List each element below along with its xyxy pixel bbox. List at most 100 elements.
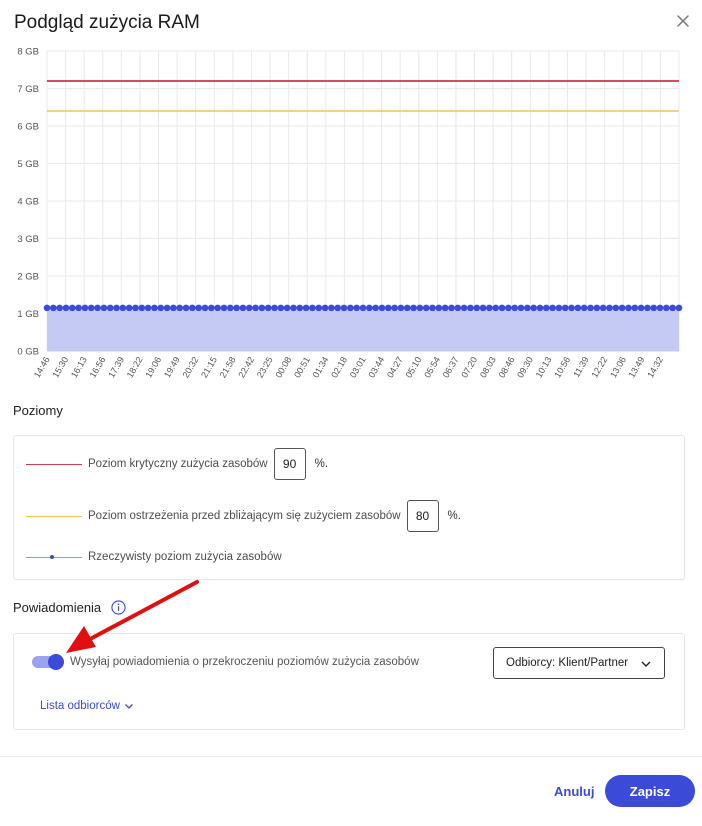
chevron-down-icon — [641, 661, 651, 667]
usage-point — [94, 304, 101, 312]
usage-point — [201, 304, 209, 312]
usage-point — [163, 304, 171, 312]
usage-point — [113, 304, 120, 312]
usage-area — [47, 307, 679, 351]
usage-point — [378, 304, 386, 312]
usage-point — [524, 304, 531, 312]
x-tick-label: 08:46 — [497, 355, 517, 380]
x-tick-label: 05:10 — [404, 355, 424, 380]
actual-legend-line — [26, 555, 82, 559]
x-tick-label: 13:49 — [627, 355, 647, 380]
x-tick-label: 06:37 — [441, 355, 461, 380]
usage-point — [226, 304, 234, 312]
warning-level-label: Poziom ostrzeżenia przed zbliżającym się… — [88, 510, 401, 522]
save-button[interactable]: Zapisz — [605, 775, 695, 807]
recipients-list-label: Lista odbiorców — [40, 700, 120, 712]
critical-level-label: Poziom krytyczny zużycia zasobów — [88, 458, 268, 470]
usage-point — [328, 304, 335, 312]
usage-point — [542, 304, 550, 312]
usage-point — [637, 304, 645, 312]
close-button[interactable] — [672, 10, 694, 32]
usage-point — [599, 304, 607, 312]
warning-legend-line — [26, 515, 82, 517]
y-tick-label: 2 GB — [17, 272, 39, 283]
x-tick-label: 03:44 — [366, 355, 386, 380]
usage-point — [675, 304, 683, 312]
toggle-knob — [48, 654, 64, 670]
info-icon[interactable] — [111, 600, 126, 615]
usage-point — [43, 304, 51, 312]
usage-point — [467, 304, 474, 312]
recipients-select-value: Odbiorcy: Klient/Partner — [506, 657, 629, 669]
actual-level-label: Rzeczywisty poziom zużycia zasobów — [88, 551, 282, 563]
usage-point — [62, 304, 70, 312]
recipients-list-link[interactable]: Lista odbiorców — [40, 700, 134, 712]
usage-point — [309, 304, 316, 312]
warning-level-row: Poziom ostrzeżenia przed zbliżającym się… — [26, 500, 461, 532]
warning-percent-input[interactable]: 80 — [406, 500, 439, 532]
usage-point — [233, 304, 240, 312]
usage-point — [366, 304, 373, 312]
chart-svg: 0 GB 1 GB 2 GB 3 GB 4 GB 5 GB 6 GB 7 GB 8 GB 14:4… — [17, 47, 683, 380]
usage-point — [50, 304, 57, 312]
usage-point — [189, 304, 196, 312]
y-tick-label: 0 GB — [17, 347, 39, 358]
recipients-select[interactable]: Odbiorcy: Klient/Partner — [493, 647, 665, 679]
usage-point — [454, 304, 462, 312]
usage-point — [517, 304, 525, 312]
usage-point — [663, 304, 670, 312]
critical-legend-line — [26, 463, 82, 465]
critical-percent-input[interactable]: 90 — [273, 448, 306, 480]
y-tick-label: 1 GB — [17, 309, 39, 320]
actual-level-row: Rzeczywisty poziom zużycia zasobów — [26, 551, 282, 563]
x-tick-label: 05:54 — [422, 355, 442, 380]
usage-point — [290, 304, 297, 312]
x-tick-label: 16:13 — [69, 355, 89, 380]
y-tick-label: 3 GB — [17, 234, 39, 245]
x-tick-label: 01:34 — [311, 355, 331, 380]
usage-point — [87, 304, 95, 312]
usage-point — [384, 304, 392, 312]
usage-point — [239, 304, 247, 312]
cancel-button[interactable]: Anuluj — [548, 776, 600, 806]
x-tick-label: 00:08 — [273, 355, 293, 380]
usage-point — [106, 304, 114, 312]
usage-point — [157, 304, 165, 312]
usage-point — [555, 304, 563, 312]
levels-section-title: Poziomy — [13, 403, 63, 418]
x-tick-label: 19:49 — [162, 355, 182, 380]
usage-point — [151, 304, 158, 312]
usage-point — [530, 304, 537, 312]
usage-point — [486, 304, 493, 312]
ram-usage-dialog: Podgląd zużycia RAM 0 GB 1 GB 2 GB 3 GB 4 GB… — [0, 0, 702, 826]
notifications-toggle[interactable] — [32, 654, 64, 670]
usage-point — [473, 304, 481, 312]
usage-point — [549, 304, 556, 312]
chevron-down-icon — [124, 704, 133, 709]
usage-point — [593, 304, 601, 312]
usage-point — [296, 304, 304, 312]
notifications-section-title: Powiadomienia — [13, 600, 126, 615]
y-tick-label: 7 GB — [17, 84, 39, 95]
y-tick-label: 6 GB — [17, 122, 39, 133]
notifications-title-text: Powiadomienia — [13, 600, 102, 615]
dialog-title: Podgląd zużycia RAM — [14, 12, 200, 33]
x-tick-label: 02:18 — [329, 355, 349, 380]
usage-point — [283, 304, 291, 312]
close-icon — [677, 15, 689, 27]
y-tick-label: 5 GB — [17, 159, 39, 170]
x-tick-label: 10:56 — [552, 355, 572, 380]
usage-point — [460, 304, 468, 312]
usage-point — [429, 304, 436, 312]
usage-point — [252, 304, 259, 312]
critical-percent-suffix: %. — [314, 458, 329, 470]
usage-point — [435, 304, 443, 312]
usage-point — [492, 304, 500, 312]
usage-point — [669, 304, 676, 312]
usage-point — [448, 304, 455, 312]
usage-point — [182, 304, 190, 312]
usage-point — [650, 304, 658, 312]
usage-point — [353, 304, 360, 312]
usage-point — [208, 304, 215, 312]
usage-point — [612, 304, 620, 312]
